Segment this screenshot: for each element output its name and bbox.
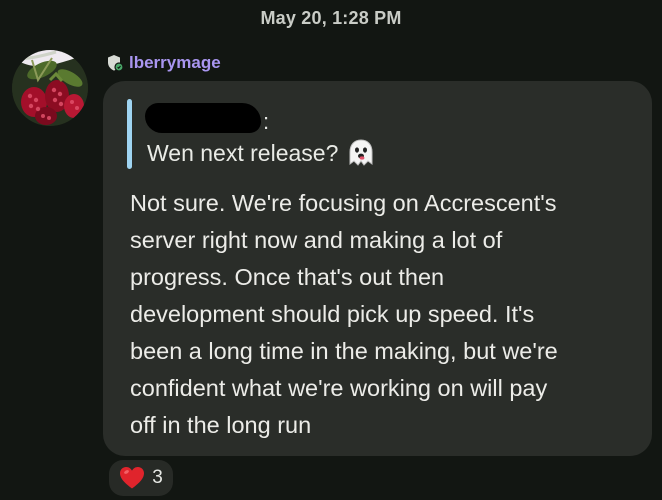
reply-quote[interactable]: : Wen next release? <box>127 99 627 169</box>
message-line: confident what we're working on will pay <box>130 375 548 401</box>
quote-author-colon: : <box>263 109 270 134</box>
message-line: progress. Once that's out then <box>130 264 445 290</box>
message-bubble[interactable]: : Wen next release? Not sure. We're focu… <box>103 81 652 456</box>
quote-author: : <box>145 99 269 133</box>
message-line: off in the long run <box>130 412 312 438</box>
sender-header: lberrymage <box>106 52 221 74</box>
quote-bar <box>127 99 132 169</box>
message-line: Not sure. We're focusing on Accrescent's <box>130 190 557 216</box>
heart-reaction-button[interactable]: 3 <box>109 460 173 496</box>
raspberry-avatar-icon <box>12 50 88 126</box>
message-line: been a long time in the making, but we'r… <box>130 338 558 364</box>
quote-text-row: Wen next release? <box>147 139 374 167</box>
redacted-author-name <box>145 103 261 133</box>
message-body: Not sure. We're focusing on Accrescent's… <box>130 185 640 444</box>
ghost-icon <box>348 139 374 167</box>
shield-icon <box>106 54 124 72</box>
message-timestamp: May 20, 1:28 PM <box>260 8 402 28</box>
message-line: server right now and making a lot of <box>130 227 503 253</box>
heart-icon <box>119 466 145 490</box>
sender-name[interactable]: lberrymage <box>129 53 221 73</box>
message-line: development should pick up speed. It's <box>130 301 535 327</box>
quote-text: Wen next release? <box>147 139 339 166</box>
reaction-count: 3 <box>152 467 163 488</box>
avatar[interactable] <box>12 50 88 126</box>
